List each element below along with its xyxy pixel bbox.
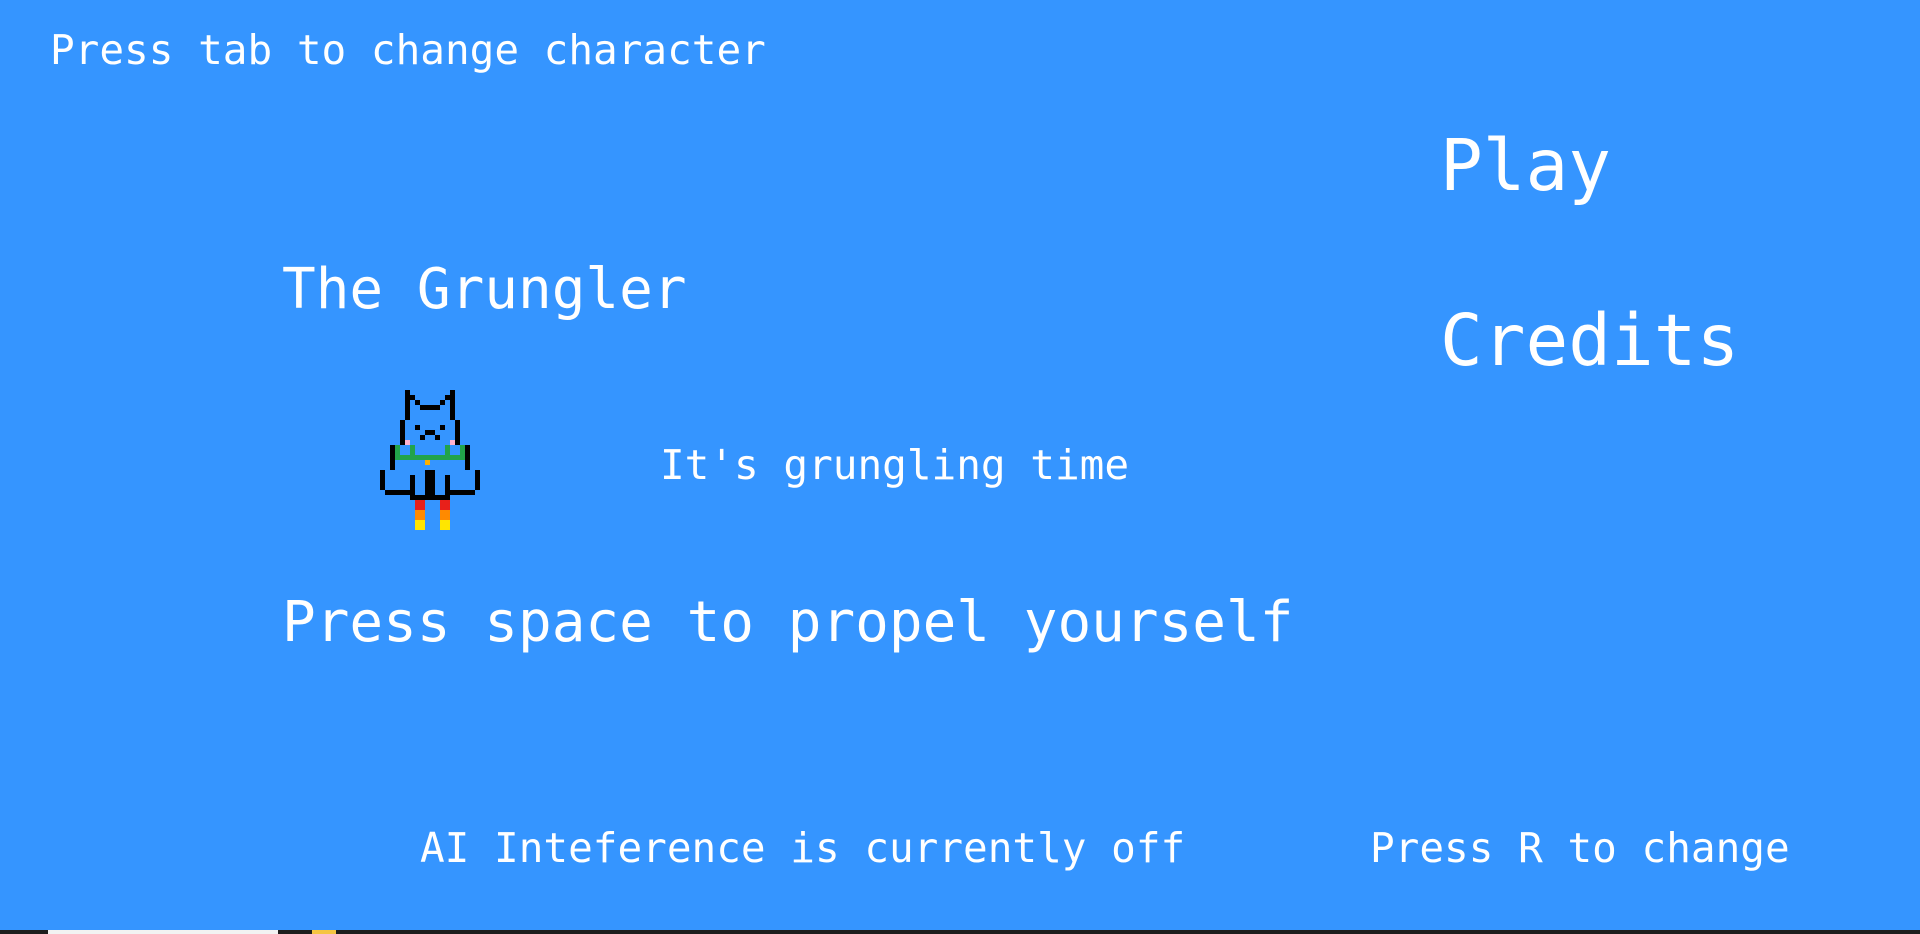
character-name: The Grungler xyxy=(282,257,687,322)
ai-toggle-hint: Press R to change xyxy=(1370,824,1790,872)
ai-interference-status: AI Inteference is currently off xyxy=(420,824,1186,872)
play-button[interactable]: Play xyxy=(1440,130,1611,201)
taskbar-item[interactable] xyxy=(48,930,278,934)
change-character-hint: Press tab to change character xyxy=(50,26,766,74)
credits-button[interactable]: Credits xyxy=(1440,305,1739,376)
game-screen[interactable]: Press tab to change character The Grungl… xyxy=(0,0,1920,930)
pixel-cat-jetpack-icon xyxy=(380,390,480,530)
taskbar xyxy=(0,930,1920,934)
taskbar-folder-icon[interactable] xyxy=(312,930,336,934)
character-tagline: It's grungling time xyxy=(660,441,1129,489)
propel-hint: Press space to propel yourself xyxy=(282,590,1294,655)
